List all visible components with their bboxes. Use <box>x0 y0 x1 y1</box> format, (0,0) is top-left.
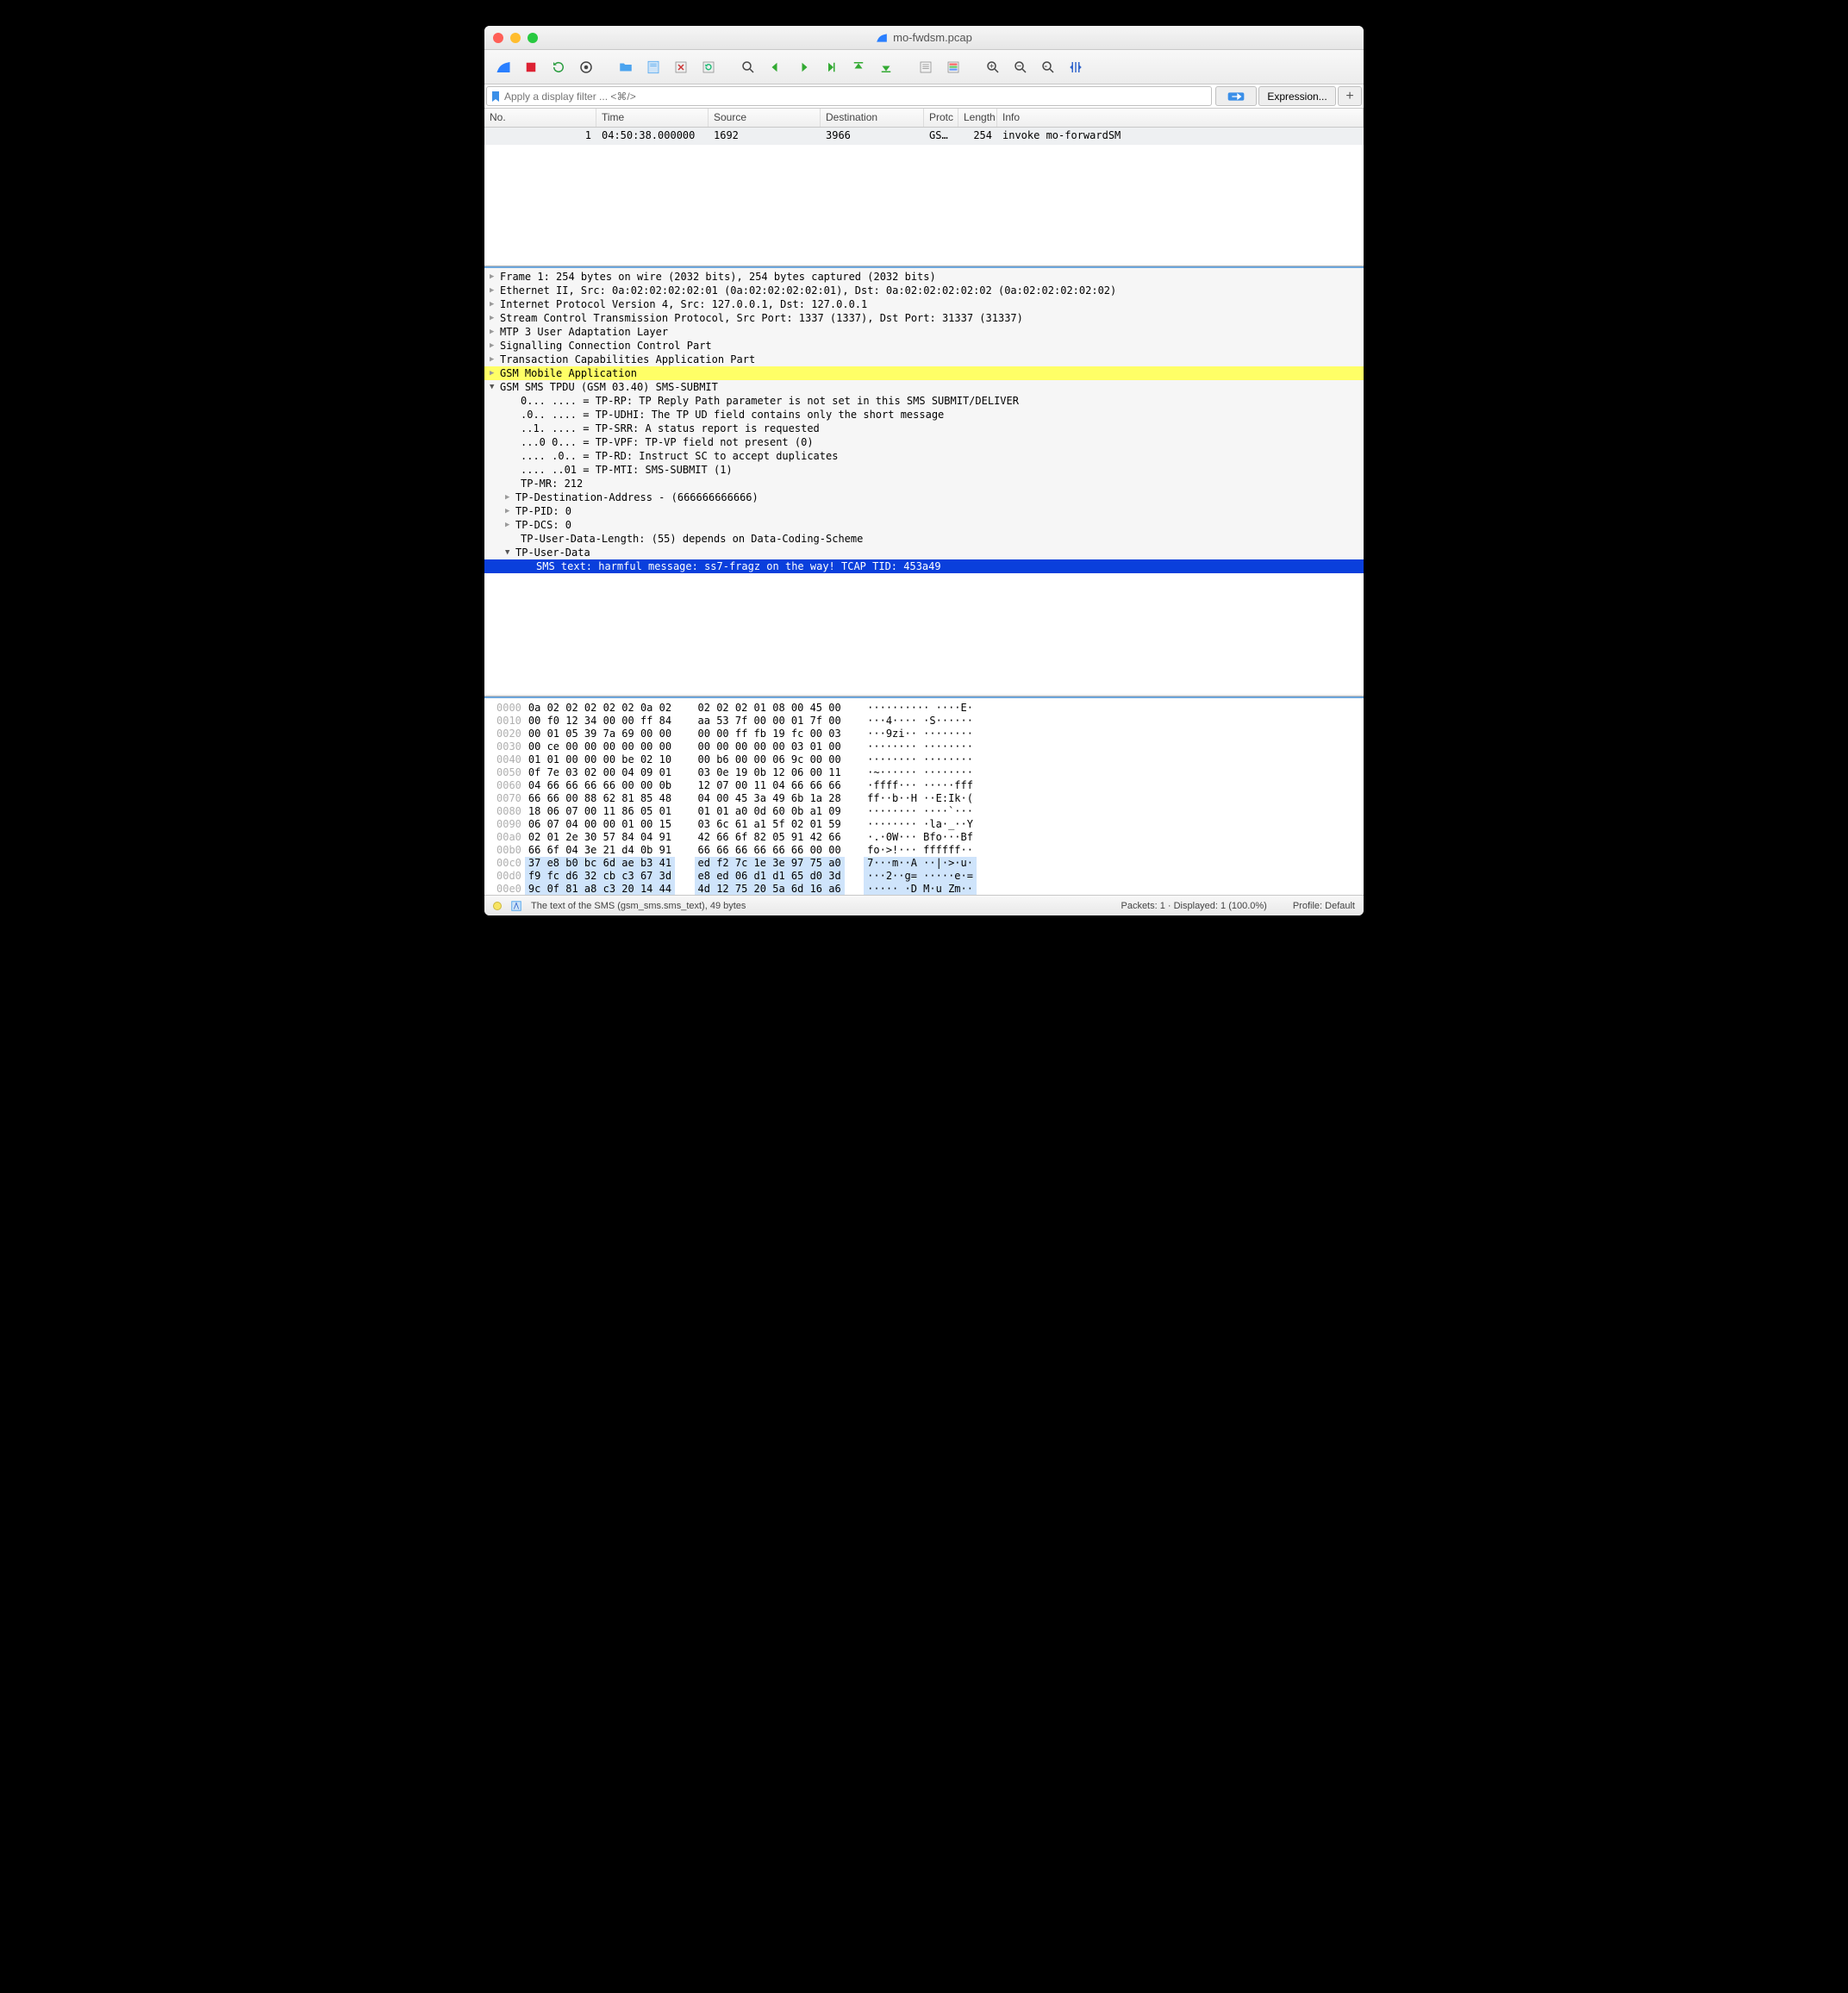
zoom-in-button[interactable] <box>981 55 1005 79</box>
zoom-reset-button[interactable]: = <box>1036 55 1060 79</box>
bookmark-icon[interactable] <box>487 91 504 103</box>
start-capture-button[interactable] <box>491 55 515 79</box>
packet-list-pane: No. Time Source Destination Protc Length… <box>484 109 1364 266</box>
tree-eth[interactable]: ▶Ethernet II, Src: 0a:02:02:02:02:01 (0a… <box>484 284 1364 297</box>
packet-row[interactable]: 1 04:50:38.000000 1692 3966 GS… 254 invo… <box>484 128 1364 145</box>
tree-tppid[interactable]: ▶TP-PID: 0 <box>484 504 1364 518</box>
title-bar: mo-fwdsm.pcap <box>484 26 1364 50</box>
hex-row[interactable]: 007066 66 00 88 62 81 85 48 04 00 45 3a … <box>493 792 977 805</box>
tree-tcap[interactable]: ▶Transaction Capabilities Application Pa… <box>484 353 1364 366</box>
zoom-out-button[interactable] <box>1008 55 1033 79</box>
hex-row[interactable]: 00a002 01 2e 30 57 84 04 91 42 66 6f 82 … <box>493 831 977 844</box>
open-file-button[interactable] <box>614 55 638 79</box>
packet-details-pane[interactable]: ▶Frame 1: 254 bytes on wire (2032 bits),… <box>484 266 1364 697</box>
tree-m3ua[interactable]: ▶MTP 3 User Adaptation Layer <box>484 325 1364 339</box>
close-file-button[interactable] <box>669 55 693 79</box>
window-title: mo-fwdsm.pcap <box>893 31 972 44</box>
tree-bit[interactable]: ..1. .... = TP-SRR: A status report is r… <box>484 422 1364 435</box>
minimize-button[interactable] <box>510 33 521 43</box>
capture-options-button[interactable] <box>574 55 598 79</box>
tree-tpdcs[interactable]: ▶TP-DCS: 0 <box>484 518 1364 532</box>
hex-row[interactable]: 009006 07 04 00 00 01 00 15 03 6c 61 a1 … <box>493 818 977 831</box>
first-button[interactable] <box>846 55 871 79</box>
app-window: mo-fwdsm.pcap = Expression... <box>484 26 1364 915</box>
tree-sctp[interactable]: ▶Stream Control Transmission Protocol, S… <box>484 311 1364 325</box>
hex-row[interactable]: 00500f 7e 03 02 00 04 09 01 03 0e 19 0b … <box>493 766 977 779</box>
stop-capture-button[interactable] <box>519 55 543 79</box>
hex-row[interactable]: 003000 ce 00 00 00 00 00 00 00 00 00 00 … <box>493 740 977 753</box>
col-len[interactable]: Length <box>958 109 997 127</box>
apply-filter-button[interactable] <box>1215 86 1257 106</box>
filter-input-wrap <box>486 86 1212 106</box>
col-no[interactable]: No. <box>484 109 596 127</box>
last-button[interactable] <box>874 55 898 79</box>
tree-ip[interactable]: ▶Internet Protocol Version 4, Src: 127.0… <box>484 297 1364 311</box>
goto-button[interactable] <box>819 55 843 79</box>
hex-pane[interactable]: 00000a 02 02 02 02 02 0a 02 02 02 02 01 … <box>484 697 1364 895</box>
hex-row[interactable]: 001000 f0 12 34 00 00 ff 84 aa 53 7f 00 … <box>493 715 977 728</box>
status-profile[interactable]: Profile: Default <box>1293 901 1355 911</box>
tree-tpdu[interactable]: ▼GSM SMS TPDU (GSM 03.40) SMS-SUBMIT <box>484 380 1364 394</box>
notes-icon[interactable] <box>510 900 522 912</box>
tree-sms-text[interactable]: SMS text: harmful message: ss7-fragz on … <box>484 559 1364 573</box>
expert-led-icon[interactable] <box>493 902 502 910</box>
col-proto[interactable]: Protc <box>924 109 958 127</box>
next-button[interactable] <box>791 55 815 79</box>
tree-tpda[interactable]: ▶TP-Destination-Address - (666666666666) <box>484 490 1364 504</box>
resize-columns-button[interactable] <box>1064 55 1088 79</box>
svg-text:=: = <box>1045 64 1048 69</box>
packet-list-header[interactable]: No. Time Source Destination Protc Length… <box>484 109 1364 128</box>
hex-row[interactable]: 00000a 02 02 02 02 02 0a 02 02 02 02 01 … <box>493 702 977 715</box>
autoscroll-button[interactable] <box>914 55 938 79</box>
col-src[interactable]: Source <box>709 109 821 127</box>
filter-bar: Expression... + <box>484 84 1364 109</box>
prev-button[interactable] <box>764 55 788 79</box>
wireshark-icon <box>876 32 888 44</box>
hex-row[interactable]: 002000 01 05 39 7a 69 00 00 00 00 ff fb … <box>493 728 977 740</box>
hex-row[interactable]: 00d0f9 fc d6 32 cb c3 67 3d e8 ed 06 d1 … <box>493 870 977 883</box>
tree-gsm-map[interactable]: ▶GSM Mobile Application <box>484 366 1364 380</box>
status-bar: The text of the SMS (gsm_sms.sms_text), … <box>484 895 1364 915</box>
tree-tpudl[interactable]: TP-User-Data-Length: (55) depends on Dat… <box>484 532 1364 546</box>
reload-button[interactable] <box>696 55 721 79</box>
expression-button[interactable]: Expression... <box>1258 86 1336 106</box>
zoom-button[interactable] <box>528 33 538 43</box>
hex-row[interactable]: 008018 06 07 00 11 86 05 01 01 01 a0 0d … <box>493 805 977 818</box>
tree-bit[interactable]: ...0 0... = TP-VPF: TP-VP field not pres… <box>484 435 1364 449</box>
tree-tpud[interactable]: ▼TP-User-Data <box>484 546 1364 559</box>
tree-sccp[interactable]: ▶Signalling Connection Control Part <box>484 339 1364 353</box>
tree-bit[interactable]: 0... .... = TP-RP: TP Reply Path paramet… <box>484 394 1364 408</box>
tree-bit[interactable]: .0.. .... = TP-UDHI: The TP UD field con… <box>484 408 1364 422</box>
tree-frame[interactable]: ▶Frame 1: 254 bytes on wire (2032 bits),… <box>484 270 1364 284</box>
col-dst[interactable]: Destination <box>821 109 924 127</box>
status-packets: Packets: 1 · Displayed: 1 (100.0%) <box>1121 901 1266 911</box>
tree-bit[interactable]: .... .0.. = TP-RD: Instruct SC to accept… <box>484 449 1364 463</box>
close-button[interactable] <box>493 33 503 43</box>
hex-row[interactable]: 006004 66 66 66 66 00 00 0b 12 07 00 11 … <box>493 779 977 792</box>
tree-bit[interactable]: .... ..01 = TP-MTI: SMS-SUBMIT (1) <box>484 463 1364 477</box>
display-filter-input[interactable] <box>504 91 1211 103</box>
hex-row[interactable]: 004001 01 00 00 00 be 02 10 00 b6 00 00 … <box>493 753 977 766</box>
restart-capture-button[interactable] <box>546 55 571 79</box>
packet-list-empty <box>484 145 1364 266</box>
tree-tpmr[interactable]: TP-MR: 212 <box>484 477 1364 490</box>
add-filter-button[interactable]: + <box>1338 86 1362 106</box>
status-field-info: The text of the SMS (gsm_sms.sms_text), … <box>531 901 746 911</box>
colorize-button[interactable] <box>941 55 965 79</box>
hex-row[interactable]: 00e09c 0f 81 a8 c3 20 14 44 4d 12 75 20 … <box>493 883 977 895</box>
hex-row[interactable]: 00b066 6f 04 3e 21 d4 0b 91 66 66 66 66 … <box>493 844 977 857</box>
save-file-button[interactable] <box>641 55 665 79</box>
hex-row[interactable]: 00c037 e8 b0 bc 6d ae b3 41 ed f2 7c 1e … <box>493 857 977 870</box>
traffic-lights <box>493 33 538 43</box>
find-button[interactable] <box>736 55 760 79</box>
col-info[interactable]: Info <box>997 109 1364 127</box>
col-time[interactable]: Time <box>596 109 709 127</box>
toolbar: = <box>484 50 1364 84</box>
